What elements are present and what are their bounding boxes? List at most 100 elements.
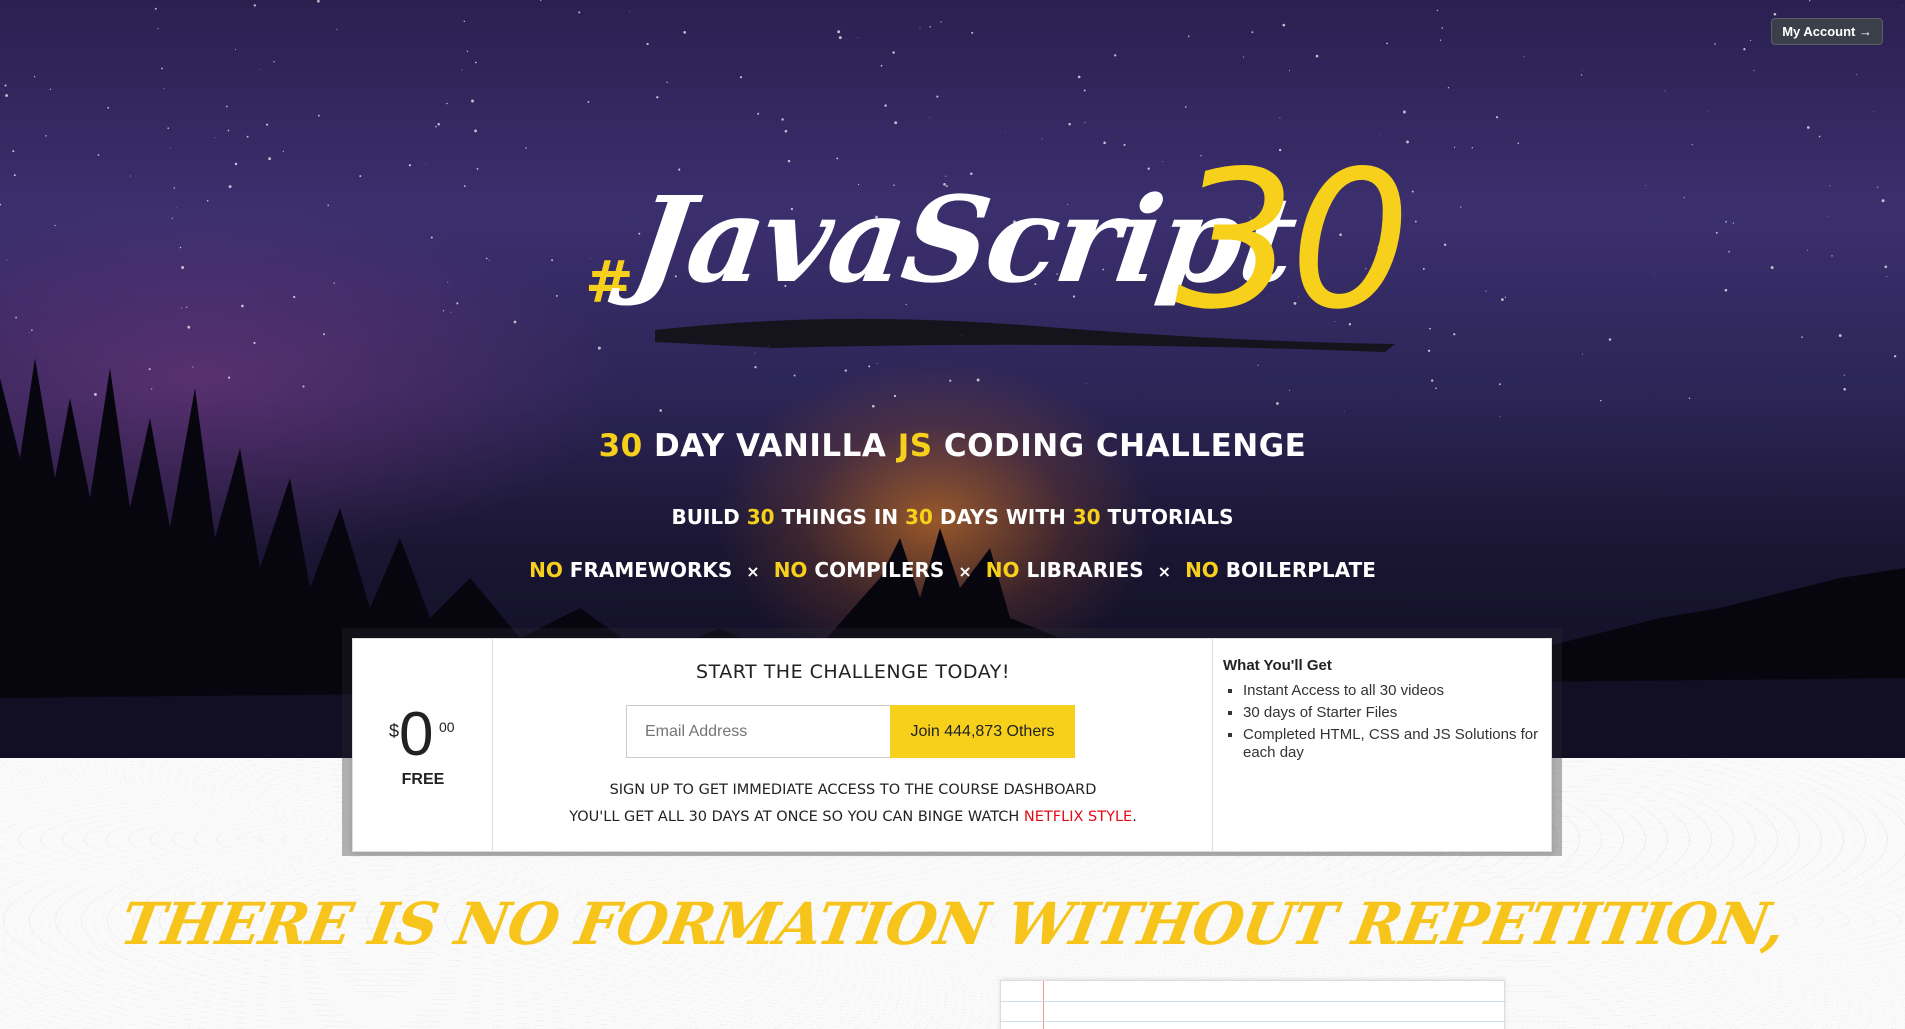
star bbox=[466, 50, 469, 52]
star bbox=[1460, 206, 1462, 208]
star bbox=[1411, 190, 1414, 193]
star bbox=[474, 61, 477, 64]
star bbox=[408, 164, 412, 167]
star bbox=[1414, 220, 1417, 223]
star bbox=[1743, 48, 1746, 51]
logo-number: 30 bbox=[1175, 130, 1411, 351]
signup-card: $ 0 00 FREE Start the Challenge Today! J… bbox=[352, 638, 1552, 852]
star bbox=[1004, 131, 1006, 133]
star bbox=[1714, 43, 1716, 45]
star bbox=[1809, 0, 1811, 2]
my-account-button[interactable]: My Account → bbox=[1771, 18, 1883, 45]
list-item: 30 days of Starter Files bbox=[1243, 704, 1541, 722]
star bbox=[13, 174, 16, 177]
star bbox=[1827, 215, 1829, 217]
star bbox=[757, 112, 760, 115]
star bbox=[683, 31, 687, 34]
star bbox=[551, 259, 554, 262]
star bbox=[471, 99, 474, 103]
star bbox=[1753, 69, 1755, 71]
star bbox=[5, 94, 9, 97]
star bbox=[1501, 298, 1504, 301]
star bbox=[54, 224, 56, 227]
star bbox=[1084, 122, 1086, 124]
benefits-panel: What You'll Get Instant Access to all 30… bbox=[1213, 639, 1551, 851]
star bbox=[1581, 70, 1583, 72]
star bbox=[28, 332, 30, 333]
star bbox=[1077, 75, 1081, 79]
join-button[interactable]: Join 444,873 Others bbox=[890, 705, 1075, 758]
star bbox=[45, 135, 47, 137]
star bbox=[578, 11, 581, 14]
star bbox=[1873, 110, 1875, 112]
star bbox=[186, 306, 188, 308]
star bbox=[1806, 126, 1810, 129]
star bbox=[456, 302, 459, 305]
star bbox=[1886, 276, 1888, 278]
star bbox=[1251, 31, 1254, 34]
star bbox=[1243, 56, 1245, 58]
star bbox=[1439, 39, 1442, 41]
star bbox=[1485, 290, 1487, 292]
star bbox=[461, 69, 463, 71]
star bbox=[226, 105, 228, 108]
star bbox=[1422, 267, 1425, 270]
star bbox=[1315, 54, 1319, 58]
star bbox=[1187, 35, 1190, 38]
star bbox=[1504, 296, 1506, 298]
star bbox=[539, 0, 542, 1]
star bbox=[1184, 106, 1187, 108]
star bbox=[49, 88, 52, 90]
star bbox=[430, 236, 433, 239]
star bbox=[176, 207, 177, 209]
star bbox=[273, 61, 275, 63]
signup-form: Start the Challenge Today! Join 444,873 … bbox=[493, 639, 1213, 851]
star bbox=[15, 316, 17, 319]
star bbox=[1429, 327, 1431, 330]
repetition-quote: There is no formation without repetition… bbox=[115, 890, 1790, 958]
star bbox=[463, 185, 466, 188]
email-field[interactable] bbox=[626, 705, 890, 758]
star bbox=[1683, 197, 1685, 199]
star bbox=[894, 121, 898, 125]
star bbox=[1732, 222, 1734, 224]
star bbox=[1453, 333, 1456, 336]
star bbox=[163, 87, 165, 89]
star bbox=[1881, 199, 1885, 203]
price-amount: 0 bbox=[399, 700, 434, 769]
star bbox=[646, 42, 649, 46]
star bbox=[446, 102, 448, 105]
star bbox=[1831, 255, 1833, 257]
star bbox=[107, 106, 110, 109]
star bbox=[463, 20, 466, 23]
star bbox=[1654, 274, 1656, 276]
star bbox=[157, 28, 159, 30]
star bbox=[784, 129, 788, 133]
star bbox=[266, 123, 269, 126]
star bbox=[333, 282, 335, 284]
signup-note: Sign up to get immediate access to the c… bbox=[609, 782, 1097, 798]
star bbox=[359, 175, 362, 178]
javascript30-logo: # JavaScript 30 bbox=[585, 130, 1411, 370]
star bbox=[181, 307, 183, 309]
star bbox=[838, 36, 842, 40]
star bbox=[0, 203, 2, 206]
price-currency: $ bbox=[389, 721, 400, 741]
star bbox=[336, 29, 338, 31]
star bbox=[241, 304, 244, 308]
star bbox=[666, 81, 668, 84]
star bbox=[880, 64, 883, 67]
star bbox=[1436, 9, 1439, 12]
netflix-style-link[interactable]: Netflix style bbox=[1024, 809, 1132, 825]
star bbox=[1517, 142, 1520, 145]
star bbox=[1728, 250, 1730, 253]
star bbox=[1114, 54, 1117, 57]
signup-heading: Start the Challenge Today! bbox=[696, 661, 1010, 683]
star bbox=[437, 123, 440, 126]
star bbox=[234, 48, 237, 50]
star bbox=[837, 30, 841, 34]
star bbox=[857, 37, 859, 39]
star bbox=[169, 147, 171, 149]
star bbox=[656, 96, 659, 99]
price-panel: $ 0 00 FREE bbox=[353, 639, 493, 851]
